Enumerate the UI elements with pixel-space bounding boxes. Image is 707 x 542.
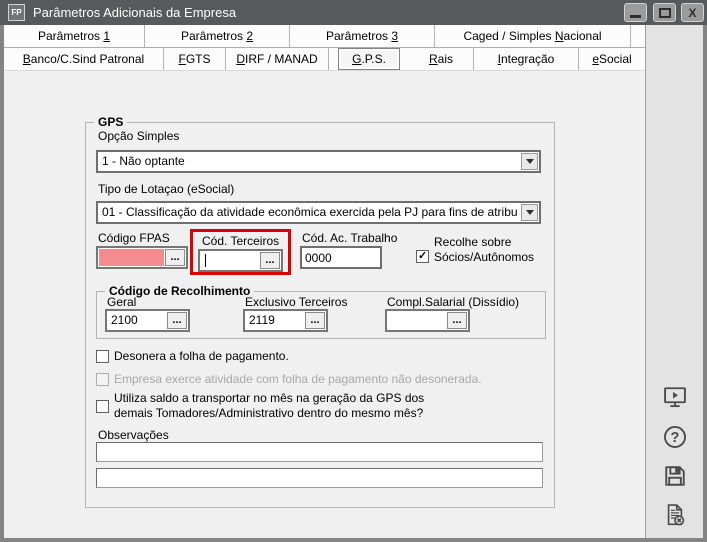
video-player-button[interactable] [661,383,689,411]
tab-row-1: Parâmetros 1 Parâmetros 2 Parâmetros 3 C… [4,25,645,48]
chevron-down-icon [525,210,534,215]
exclusivo-terceiros-label: Exclusivo Terceiros [245,295,348,309]
tipo-lotacao-value: 01 - Classificação da atividade econômic… [102,205,518,219]
desonera-checkbox[interactable] [96,350,109,363]
dialog-body: Parâmetros 1 Parâmetros 2 Parâmetros 3 C… [4,25,703,538]
tab-label: Integração [497,52,555,66]
app-icon: FP [8,4,25,21]
recolhe-socios-checkbox[interactable]: ✓ [416,250,429,263]
tab-parametros-3[interactable]: Parâmetros 3 [290,25,435,47]
cod-terceiros-field[interactable]: ... [198,249,283,272]
desonera-label: Desonera a folha de pagamento. [114,349,289,363]
geral-lookup-button[interactable]: ... [167,312,187,329]
opcao-simples-value: 1 - Não optante [102,154,185,168]
compl-salarial-label: Compl.Salarial (Dissídio) [387,295,520,309]
tab-label: DIRF / MANAD [236,52,318,66]
gps-groupbox: GPS Opção Simples 1 - Não optante Tipo d… [85,115,555,508]
codigo-fpas-label: Código FPAS [98,231,170,245]
empresa-exerce-checkbox [96,373,109,386]
opcao-simples-dropdown-button[interactable] [521,153,538,170]
gps-group-label: GPS [94,115,128,129]
geral-field[interactable]: 2100 ... [105,309,190,332]
utiliza-saldo-checkbox[interactable] [96,400,109,413]
tab-label: Caged / Simples Nacional [463,29,602,43]
tab-label: Parâmetros 2 [180,29,254,43]
codigo-recolhimento-groupbox: Código de Recolhimento Geral 2100 ... Ex… [96,284,546,339]
tipo-lotacao-label: Tipo de Lotaçao (eSocial) [98,182,235,196]
close-document-button[interactable] [661,501,689,529]
cod-ac-trabalho-input[interactable] [300,246,382,269]
check-mark-icon: ✓ [418,250,428,262]
cod-terceiros-highlight: Cód. Terceiros ... [190,229,291,275]
tab-parametros-1[interactable]: Parâmetros 1 [4,25,145,47]
maximize-button[interactable] [653,3,676,22]
tab-gps-container: G.P.S. [329,48,409,70]
exclusivo-terceiros-lookup-button[interactable]: ... [305,312,325,329]
close-button[interactable]: X [681,3,704,22]
tab-gps-selected[interactable]: G.P.S. [338,48,400,70]
compl-salarial-lookup-button[interactable]: ... [447,312,467,329]
recolhe-socios-label: Recolhe sobre Sócios/Autônomos [434,235,535,264]
exclusivo-terceiros-value: 2119 [249,313,275,327]
maximize-icon [658,7,671,18]
utiliza-saldo-label: Utiliza saldo a transportar no mês na ge… [114,391,425,420]
codigo-fpas-input[interactable] [99,249,164,266]
observacoes-input-2[interactable] [96,468,543,488]
video-player-icon [664,387,686,408]
observacoes-label: Observações [98,428,169,442]
geral-label: Geral [107,295,137,309]
save-icon [665,466,685,486]
tab-banco-csind-patronal[interactable]: Banco/C.Sind Patronal [4,48,164,70]
cod-terceiros-label: Cód. Terceiros [202,234,280,248]
geral-value: 2100 [111,313,138,327]
help-icon: ? [664,426,686,448]
tab-parametros-2[interactable]: Parâmetros 2 [145,25,290,47]
window-title: Parâmetros Adicionais da Empresa [33,5,237,20]
tab-row-2: Banco/C.Sind Patronal FGTS DIRF / MANAD … [4,48,645,71]
tab-esocial[interactable]: eSocial [579,48,645,70]
tab-label: FGTS [178,52,211,66]
tab-dirf-manad[interactable]: DIRF / MANAD [226,48,329,70]
codigo-fpas-field[interactable]: ... [96,246,188,269]
side-toolbar: ? [645,25,703,538]
tipo-lotacao-combobox[interactable]: 01 - Classificação da atividade econômic… [96,201,541,224]
tab-label: eSocial [592,52,632,66]
tab-label: Parâmetros 3 [325,29,399,43]
help-button[interactable]: ? [661,423,689,451]
opcao-simples-label: Opção Simples [98,129,180,143]
exclusivo-terceiros-field[interactable]: 2119 ... [243,309,328,332]
cod-terceiros-lookup-button[interactable]: ... [260,252,280,269]
opcao-simples-combobox[interactable]: 1 - Não optante [96,150,541,173]
cod-ac-trabalho-label: Cód. Ac. Trabalho [302,231,398,245]
tipo-lotacao-dropdown-button[interactable] [521,204,538,221]
chevron-down-icon [525,159,534,164]
empresa-exerce-label: Empresa exerce atividade com folha de pa… [114,372,482,386]
tab-caged-simples-nacional[interactable]: Caged / Simples Nacional [435,25,631,47]
tab-rais[interactable]: Rais [409,48,474,70]
close-document-icon [667,504,685,526]
titlebar[interactable]: FP Parâmetros Adicionais da Empresa X [0,0,707,25]
svg-text:?: ? [671,430,680,446]
dialog-parametros-adicionais: FP Parâmetros Adicionais da Empresa X Pa… [0,0,707,542]
observacoes-input-1[interactable] [96,442,543,462]
text-cursor [205,254,206,267]
minimize-button[interactable] [624,3,647,22]
tab-label: Parâmetros 1 [37,29,111,43]
tab-label: Rais [428,52,453,66]
tab-integracao[interactable]: Integração [474,48,579,70]
tab-strip: Parâmetros 1 Parâmetros 2 Parâmetros 3 C… [4,25,645,71]
close-icon: X [688,5,697,20]
tab-fgts[interactable]: FGTS [164,48,226,70]
tab-label: Banco/C.Sind Patronal [22,52,145,66]
save-button[interactable] [661,462,689,490]
codigo-fpas-lookup-button[interactable]: ... [165,249,185,266]
compl-salarial-field[interactable]: ... [385,309,470,332]
minimize-icon [630,14,641,18]
